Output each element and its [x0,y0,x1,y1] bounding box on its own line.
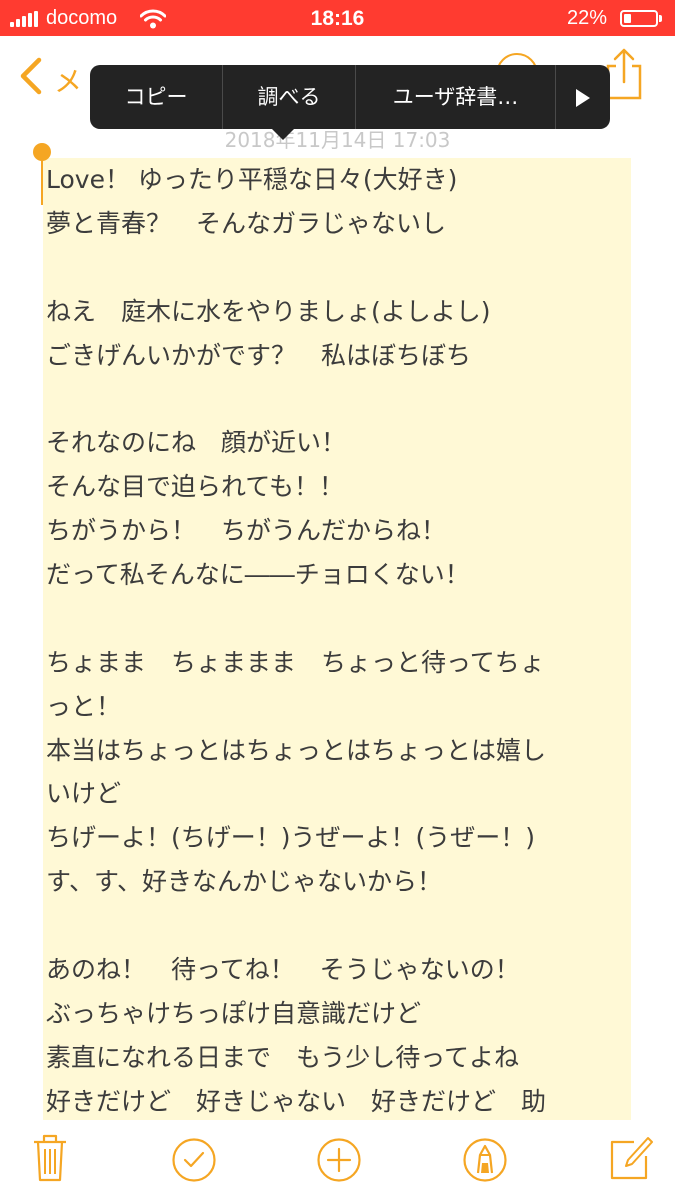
markup-pen-icon[interactable] [462,1137,508,1183]
note-line: いけど [46,779,122,809]
note-line: だって私そんなに――チョロくない！ [46,560,470,590]
note-line: ごきげんいかがです？ 私はぼちぼち [46,340,472,370]
note-line: ぶっちゃけちっぽけ自意識だけど [46,998,422,1028]
note-line: ねえ 庭木に水をやりましょ(よしよし) [46,296,491,326]
note-line: す、す、好きなんかじゃないから！ [46,867,443,897]
note-blank-line [46,377,636,421]
menu-item-copy[interactable]: コピー [90,65,222,129]
note-line: 夢と青春？ そんなガラじゃないし [46,208,447,238]
trash-icon[interactable] [32,1132,68,1182]
battery-percent: 22% [567,7,608,29]
back-button-label[interactable]: メ [54,60,82,100]
checklist-icon[interactable] [171,1137,217,1183]
note-line: そんな目で迫られても！！ [46,472,345,502]
note-line: ちげーよ！(ちげー！)うぜーよ！(うぜー！) [46,823,536,853]
battery-icon [620,10,658,27]
share-icon[interactable] [604,48,644,100]
note-body[interactable]: Love！ ゆったり平穏な日々(大好き) 夢と青春？ そんなガラじゃないしねえ 庭… [46,158,636,1124]
edit-context-menu: コピー 調べる ユーザ辞書… [90,65,610,129]
note-blank-line [46,246,636,290]
bottom-toolbar [0,1120,675,1200]
note-line: 素直になれる日まで もう少し待ってよね [46,1042,520,1072]
note-line: ちがうから！ ちがうんだからね！ [46,516,447,546]
menu-item-lookup[interactable]: 調べる [223,65,355,129]
battery-level-fill [624,14,631,23]
note-line: ちょまま ちょままま ちょっと待ってちょ [46,647,545,677]
note-line: 本当はちょっとはちょっとはちょっとは嬉し [46,735,547,765]
note-blank-line [46,904,636,948]
add-icon[interactable] [316,1137,362,1183]
selection-handle[interactable] [33,143,51,161]
note-line: Love！ ゆったり平穏な日々(大好き) [46,165,458,194]
chevron-left-icon[interactable] [18,56,44,96]
compose-icon[interactable] [608,1134,654,1182]
note-blank-line [46,597,636,641]
note-line: 好きだけど 好きじゃない 好きだけど 助 [46,1086,547,1116]
note-line: あのね！ 待ってね！ そうじゃないの！ [46,955,520,985]
menu-item-user-dictionary[interactable]: ユーザ辞書… [356,65,555,129]
menu-more-button[interactable] [556,65,610,129]
play-arrow-icon [576,89,590,107]
status-bar: docomo 18:16 22% [0,0,675,36]
note-line: それなのにね 顔が近い！ [46,428,347,458]
selection-caret [41,160,43,205]
battery-tip [659,15,662,22]
menu-pointer [272,129,294,140]
note-line: っと！ [46,691,122,721]
